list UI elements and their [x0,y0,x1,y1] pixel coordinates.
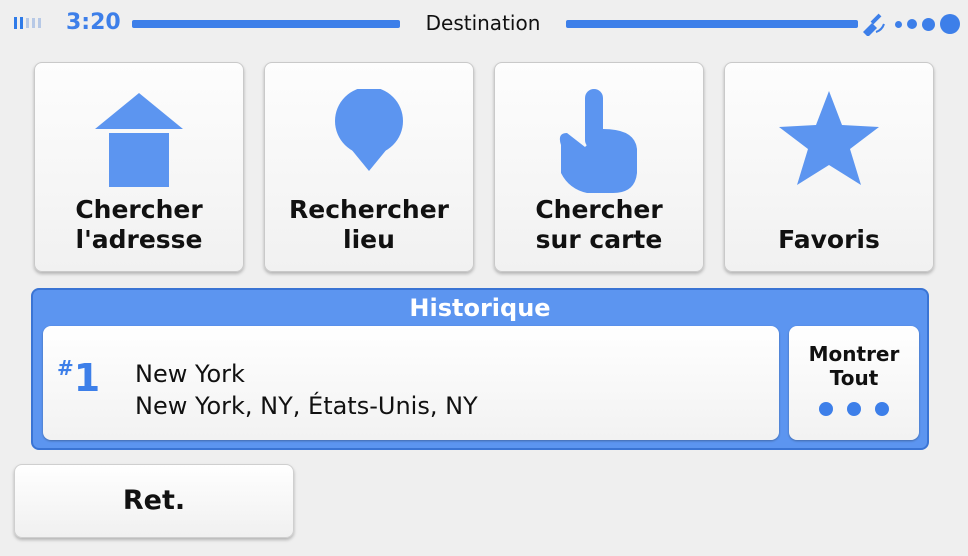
clock: 3:20 [66,10,121,35]
status-bar-line-right [566,20,858,28]
entry-subtitle: New York, NY, États-Unis, NY [135,392,478,420]
history-entry[interactable]: #1 New York New York, NY, États-Unis, NY [43,326,779,440]
screen-title: Destination [425,11,541,35]
search-on-map-button[interactable]: Chercher sur carte [494,62,704,272]
tile-label: Chercher sur carte [535,195,663,254]
tile-label: Chercher l'adresse [75,195,203,254]
star-icon [779,91,879,185]
favorites-button[interactable]: Favoris [724,62,934,272]
satellite-icon [863,13,885,36]
loading-dots-icon [895,14,960,34]
signal-bars-icon [14,17,41,29]
pointing-hand-icon [559,89,637,193]
status-bar: 3:20 Destination [0,0,968,50]
back-label: Ret. [122,485,186,516]
entry-rank: #1 [57,356,100,400]
entry-title: New York [135,360,245,388]
map-pin-icon [335,89,403,171]
tile-label: Favoris [778,225,880,254]
back-button[interactable]: Ret. [14,464,294,538]
search-place-button[interactable]: Rechercher lieu [264,62,474,272]
find-address-button[interactable]: Chercher l'adresse [34,62,244,272]
rank-number: 1 [73,356,101,400]
tile-label: Rechercher lieu [288,195,449,254]
history-panel: Historique #1 New York New York, NY, Éta… [31,288,929,450]
more-dots-icon [819,402,889,416]
show-all-button[interactable]: Montrer Tout [789,326,919,440]
history-title: Historique [409,294,551,322]
rank-hash: # [57,356,74,380]
show-all-label: Montrer Tout [808,342,900,390]
status-bar-line-left [132,20,400,28]
house-icon [95,93,183,187]
